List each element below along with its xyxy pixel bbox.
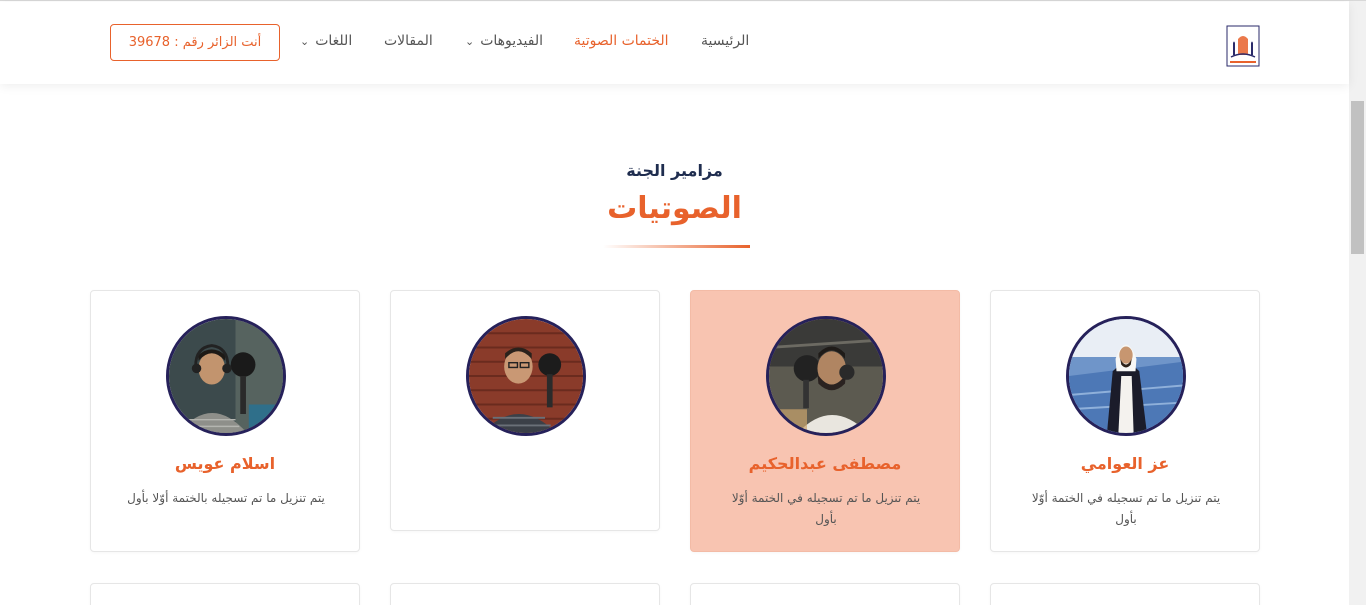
reciter-name: مصطفى عبدالحكيم xyxy=(748,454,902,473)
reciter-card[interactable] xyxy=(390,290,660,531)
reciter-card[interactable]: مصطفى عبدالحكيم يتم تنزيل ما تم تسجيله ف… xyxy=(690,290,960,552)
visitor-counter-label: أنت الزائر رقم : 39678 xyxy=(128,35,262,50)
chevron-down-icon: ⌄ xyxy=(465,35,475,48)
reciter-card[interactable] xyxy=(390,583,660,605)
visitor-counter-button[interactable]: أنت الزائر رقم : 39678 xyxy=(110,24,280,61)
reciter-name: عز العوامي xyxy=(1080,454,1170,473)
reciter-card[interactable]: اسلام عويس يتم تنزيل ما تم تسجيله بالختم… xyxy=(90,290,360,552)
reciter-card[interactable] xyxy=(90,583,360,605)
reciter-avatar xyxy=(1066,316,1186,436)
scrollbar-thumb[interactable] xyxy=(1351,101,1364,254)
reciter-avatar xyxy=(766,316,886,436)
reciter-avatar xyxy=(466,316,586,436)
reciter-description: يتم تنزيل ما تم تسجيله في الختمة أوّلا ب… xyxy=(1031,491,1221,526)
reciter-name: اسلام عويس xyxy=(174,454,276,473)
reciter-avatar xyxy=(166,316,286,436)
nav-home[interactable]: الرئيسية xyxy=(701,33,749,49)
reciter-description: يتم تنزيل ما تم تسجيله بالختمة أوّلا بأو… xyxy=(127,491,325,505)
page-scrollbar[interactable] xyxy=(1349,1,1366,605)
section-title: الصوتيات xyxy=(607,191,742,226)
nav-audio-khatmat[interactable]: الختمات الصوتية xyxy=(574,33,669,49)
chevron-down-icon: ⌄ xyxy=(300,35,310,48)
nav-articles[interactable]: المقالات xyxy=(384,33,433,49)
reciter-card[interactable] xyxy=(690,583,960,605)
reciter-description: يتم تنزيل ما تم تسجيله في الختمة أوّلا ب… xyxy=(731,491,921,526)
reciter-card[interactable] xyxy=(990,583,1260,605)
nav-languages[interactable]: اللغات⌄ xyxy=(300,33,352,49)
reciter-card[interactable]: عز العوامي يتم تنزيل ما تم تسجيله في الخ… xyxy=(990,290,1260,552)
nav-videos[interactable]: الفيديوهات⌄ xyxy=(465,33,543,49)
site-header: الرئيسية الختمات الصوتية الفيديوهات⌄ الم… xyxy=(0,2,1349,84)
section-subtitle: مزامير الجنة xyxy=(626,161,723,180)
title-underline xyxy=(603,245,750,248)
